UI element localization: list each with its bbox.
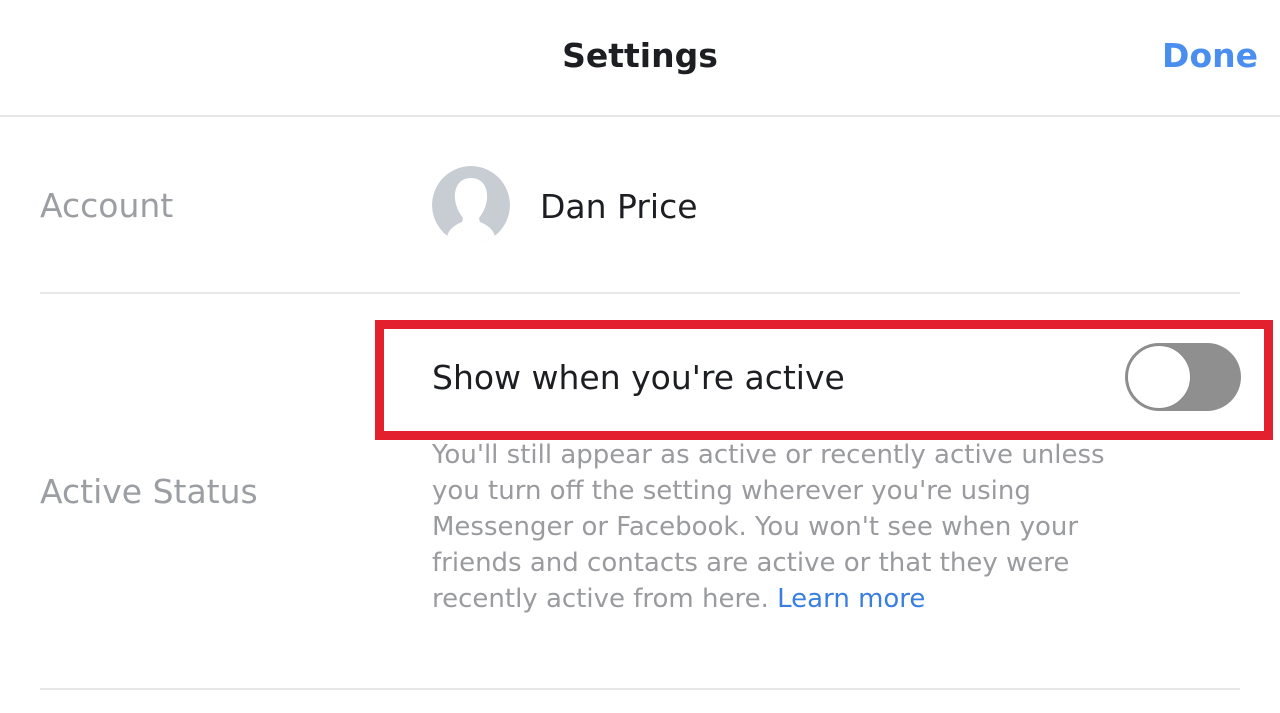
settings-header: Settings Done <box>0 0 1280 117</box>
show-active-toggle-label: Show when you're active <box>432 358 845 397</box>
settings-page: Settings Done Account Dan Price Active S… <box>0 0 1280 713</box>
account-name[interactable]: Dan Price <box>540 187 698 226</box>
page-title: Settings <box>562 36 718 75</box>
avatar[interactable] <box>432 166 510 244</box>
active-status-section-label: Active Status <box>40 472 258 511</box>
toggle-knob <box>1127 345 1191 409</box>
done-button[interactable]: Done <box>1162 36 1258 75</box>
learn-more-link[interactable]: Learn more <box>777 584 925 614</box>
active-status-description: You'll still appear as active or recentl… <box>432 437 1112 617</box>
show-active-toggle[interactable] <box>1125 343 1241 411</box>
person-silhouette-icon <box>432 166 510 244</box>
account-section-label: Account <box>40 186 174 225</box>
section-divider <box>40 292 1240 294</box>
section-divider <box>40 688 1240 690</box>
description-text: You'll still appear as active or recentl… <box>432 440 1105 614</box>
